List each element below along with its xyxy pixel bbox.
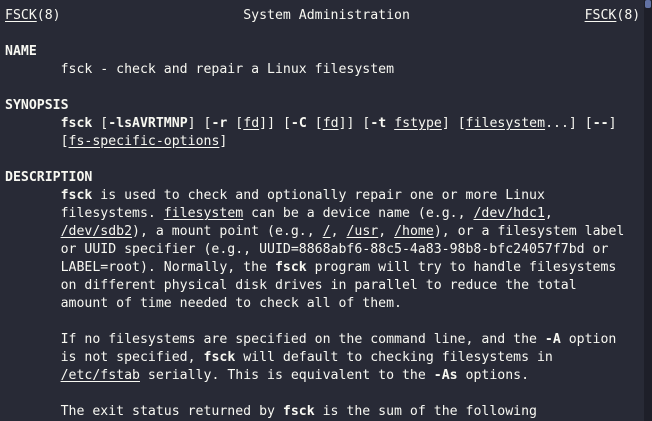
text-segment: [ (227, 116, 244, 131)
text-segment: ...] [ (545, 116, 593, 131)
manpage-line: is not specified, fsck will default to c… (5, 349, 553, 367)
underlined-text: /usr (346, 224, 379, 239)
manpage-line: fsck - check and repair a Linux filesyst… (5, 61, 394, 79)
text-segment: is not specified, (5, 350, 204, 365)
text-segment: [ (92, 116, 109, 131)
text-segment: [ (306, 116, 323, 131)
text-segment: (8) (616, 8, 641, 23)
bold-text: SYNOPSIS (5, 98, 69, 113)
underlined-text: /dev/hdc1 (473, 206, 545, 221)
manpage-line: amount of time needed to check all of th… (5, 295, 402, 313)
manpage-line: fsck [-lsAVRTMNP] [-r [fd]] [-C [fd]] [-… (5, 115, 617, 133)
manpage-line: LABEL=root). Normally, the fsck program … (5, 259, 617, 277)
text-segment (5, 188, 61, 203)
underlined-text: filesystem (465, 116, 546, 131)
text-segment: ] (219, 134, 228, 149)
bold-text: fsck (60, 116, 93, 131)
text-segment: (8) System Administration (36, 8, 585, 23)
text-segment: can be a device name (e.g., (243, 206, 474, 221)
text-segment: on different physical disk drives in par… (5, 278, 577, 293)
terminal-window[interactable]: FSCK(8) System Administration FSCK(8) NAM… (0, 0, 644, 421)
vertical-scrollbar[interactable] (644, 0, 652, 421)
text-segment: serially. This is equivalent to the (139, 368, 434, 383)
text-segment (5, 368, 61, 383)
text-segment: If no filesystems are specified on the c… (5, 332, 545, 347)
bold-text: -A (544, 332, 561, 347)
text-segment: , (544, 206, 553, 221)
manpage-line: [fs-specific-options] (5, 133, 228, 151)
text-segment: ] (608, 116, 617, 131)
underlined-text: fstype (394, 116, 442, 131)
underlined-text: /home (394, 224, 434, 239)
underlined-text: /etc/fstab (60, 368, 140, 383)
text-segment: filesystems. (5, 206, 164, 221)
manpage-line: The exit status returned by fsck is the … (5, 403, 537, 421)
manpage-line: If no filesystems are specified on the c… (5, 331, 617, 349)
text-segment: is used to check and optionally repair o… (92, 188, 545, 203)
bold-text: NAME (5, 44, 37, 59)
text-segment: ), or a filesystem label (433, 224, 625, 239)
manpage-line: DESCRIPTION (5, 169, 92, 187)
text-segment: option (560, 332, 617, 347)
text-segment: is the sum of the following (314, 404, 537, 419)
manpage-line: or UUID specifier (e.g., UUID=8868abf6-8… (5, 241, 609, 259)
manpage-line: on different physical disk drives in par… (5, 277, 577, 295)
underlined-text: filesystem (163, 206, 244, 221)
text-segment: will default to checking filesystems in (235, 350, 553, 365)
bold-text: fsck (282, 404, 315, 419)
bold-text: -r (211, 116, 228, 131)
bold-text: -C (290, 116, 307, 131)
text-segment: [ (5, 134, 69, 149)
underlined-text: fd (322, 116, 339, 131)
underlined-text: / (322, 224, 331, 239)
manpage-line: SYNOPSIS (5, 97, 69, 115)
underlined-text: fd (243, 116, 260, 131)
text-segment: ]] [ (338, 116, 371, 131)
underlined-text: /dev/sdb2 (60, 224, 133, 239)
text-segment: ]] [ (259, 116, 291, 131)
bold-text: DESCRIPTION (5, 170, 93, 185)
text-segment (5, 224, 61, 239)
text-segment: program will try to handle filesystems (306, 260, 617, 275)
text-segment: ] [ (187, 116, 212, 131)
underlined-text: fs-specific-options (68, 134, 220, 149)
manpage-line: FSCK(8) System Administration FSCK(8) (5, 7, 640, 25)
bold-text: -lsAVRTMNP (108, 116, 188, 131)
manpage-line: fsck is used to check and optionally rep… (5, 187, 545, 205)
bold-text: fsck (60, 188, 93, 203)
bold-text: fsck (203, 350, 236, 365)
manpage-line: filesystems. filesystem can be a device … (5, 205, 553, 223)
text-segment: LABEL=root). Normally, the (5, 260, 275, 275)
bold-text: -As (433, 368, 458, 383)
text-segment (5, 116, 61, 131)
manpage-line: /etc/fstab serially. This is equivalent … (5, 367, 529, 385)
underlined-text: FSCK (584, 8, 617, 23)
text-segment: The exit status returned by (5, 404, 283, 419)
text-segment: ] [ (441, 116, 466, 131)
text-segment: or UUID specifier (e.g., UUID=8868abf6-8… (5, 242, 609, 257)
text-segment: amount of time needed to check all of th… (5, 296, 402, 311)
text-segment: , (378, 224, 395, 239)
bold-text: -t (370, 116, 387, 131)
bold-text: -- (592, 116, 609, 131)
text-segment: ), a mount point (e.g., (132, 224, 323, 239)
bold-text: fsck (274, 260, 307, 275)
text-segment: fsck - check and repair a Linux filesyst… (5, 62, 395, 77)
manpage-line: /dev/sdb2), a mount point (e.g., /, /usr… (5, 223, 625, 241)
text-segment: , (330, 224, 347, 239)
scrollbar-thumb[interactable] (645, 0, 651, 8)
underlined-text: FSCK (5, 8, 37, 23)
text-segment: options. (457, 368, 530, 383)
manpage-line: NAME (5, 43, 37, 61)
text-segment (386, 116, 394, 131)
